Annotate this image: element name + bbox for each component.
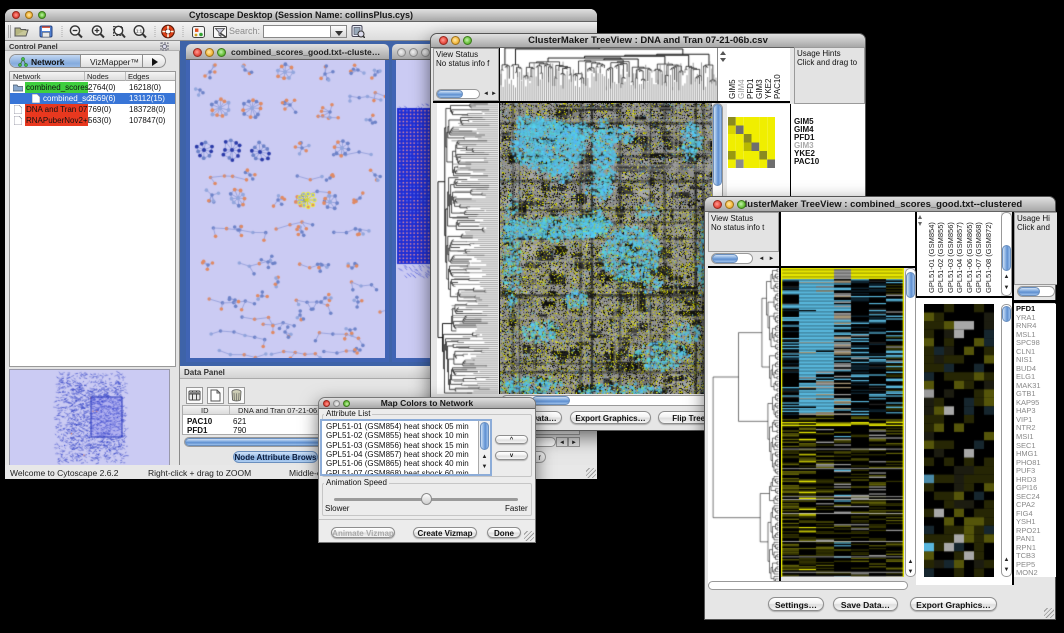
svg-text:GPL51-06 (GSM865): GPL51-06 (GSM865) xyxy=(965,222,974,293)
svg-text:PAC10: PAC10 xyxy=(773,74,782,99)
svg-text:GPL51-01 (GSM854): GPL51-01 (GSM854) xyxy=(927,222,936,293)
svg-text:1:1: 1:1 xyxy=(136,29,143,34)
svg-text:PFD1: PFD1 xyxy=(746,78,755,99)
svg-text:GIM3: GIM3 xyxy=(755,79,764,99)
svg-text:GIM4: GIM4 xyxy=(737,79,746,99)
svg-text:GIM5: GIM5 xyxy=(728,79,737,99)
svg-text:GPL51-07 (GSM868): GPL51-07 (GSM868) xyxy=(974,222,983,293)
svg-text:GPL51-02 (GSM855): GPL51-02 (GSM855) xyxy=(936,222,945,293)
svg-text:GPL51-08 (GSM872): GPL51-08 (GSM872) xyxy=(984,222,993,293)
svg-text:GPL51-03 (GSM856): GPL51-03 (GSM856) xyxy=(946,222,955,293)
svg-text:GPL51-04 (GSM857): GPL51-04 (GSM857) xyxy=(955,222,964,293)
svg-text:YKE2: YKE2 xyxy=(764,78,773,99)
